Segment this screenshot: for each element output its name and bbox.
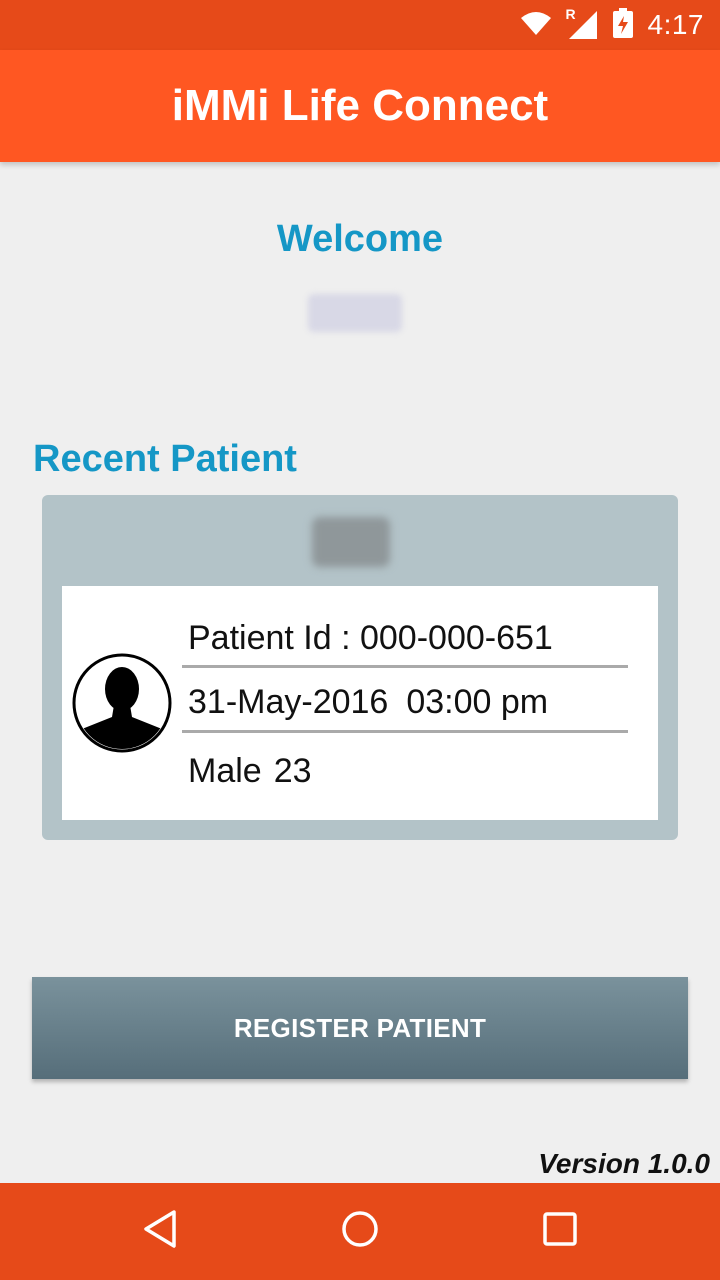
divider <box>182 730 628 733</box>
home-icon <box>340 1209 380 1254</box>
back-button[interactable] <box>100 1183 220 1280</box>
recents-button[interactable] <box>500 1183 620 1280</box>
app-title: iMMi Life Connect <box>171 81 549 130</box>
patient-avatar-icon <box>72 653 172 753</box>
recent-patient-heading: Recent Patient <box>33 438 297 480</box>
welcome-user-name-redacted <box>308 294 402 332</box>
appointment-date: 31-May-2016 <box>188 683 389 721</box>
screen: R 4:17 iMMi Life Connect Welcome Recent … <box>0 0 720 1280</box>
app-bar: iMMi Life Connect <box>0 50 720 162</box>
patient-age: 23 <box>273 752 312 790</box>
status-bar: R 4:17 <box>0 0 720 50</box>
patient-name-redacted <box>312 517 390 567</box>
navigation-bar <box>0 1183 720 1280</box>
recent-patient-card[interactable]: Patient Id : 000-000-651 31-May-2016 03:0… <box>42 495 678 840</box>
divider <box>182 665 628 668</box>
roaming-mark: R <box>565 6 576 22</box>
patient-gender: Male <box>188 752 262 790</box>
welcome-heading: Welcome <box>276 218 444 260</box>
register-patient-button[interactable]: REGISTER PATIENT <box>32 977 688 1079</box>
status-time: 4:17 <box>647 9 704 40</box>
wifi-icon <box>520 10 552 41</box>
home-button[interactable] <box>300 1183 420 1280</box>
appointment-time: 03:00 pm <box>406 683 549 721</box>
patient-demographics: Male 23 <box>188 752 312 791</box>
signal-icon: R <box>566 6 598 40</box>
status-icons: R 4:17 <box>520 0 705 50</box>
appointment-datetime: 31-May-2016 03:00 pm <box>188 683 548 722</box>
battery-icon <box>612 7 634 43</box>
patient-id: Patient Id : 000-000-651 <box>188 619 553 657</box>
version-label: Version 1.0.0 <box>538 1148 710 1179</box>
patient-details-panel: Patient Id : 000-000-651 31-May-2016 03:0… <box>62 586 658 820</box>
recents-icon <box>542 1211 578 1252</box>
back-icon <box>142 1209 178 1254</box>
